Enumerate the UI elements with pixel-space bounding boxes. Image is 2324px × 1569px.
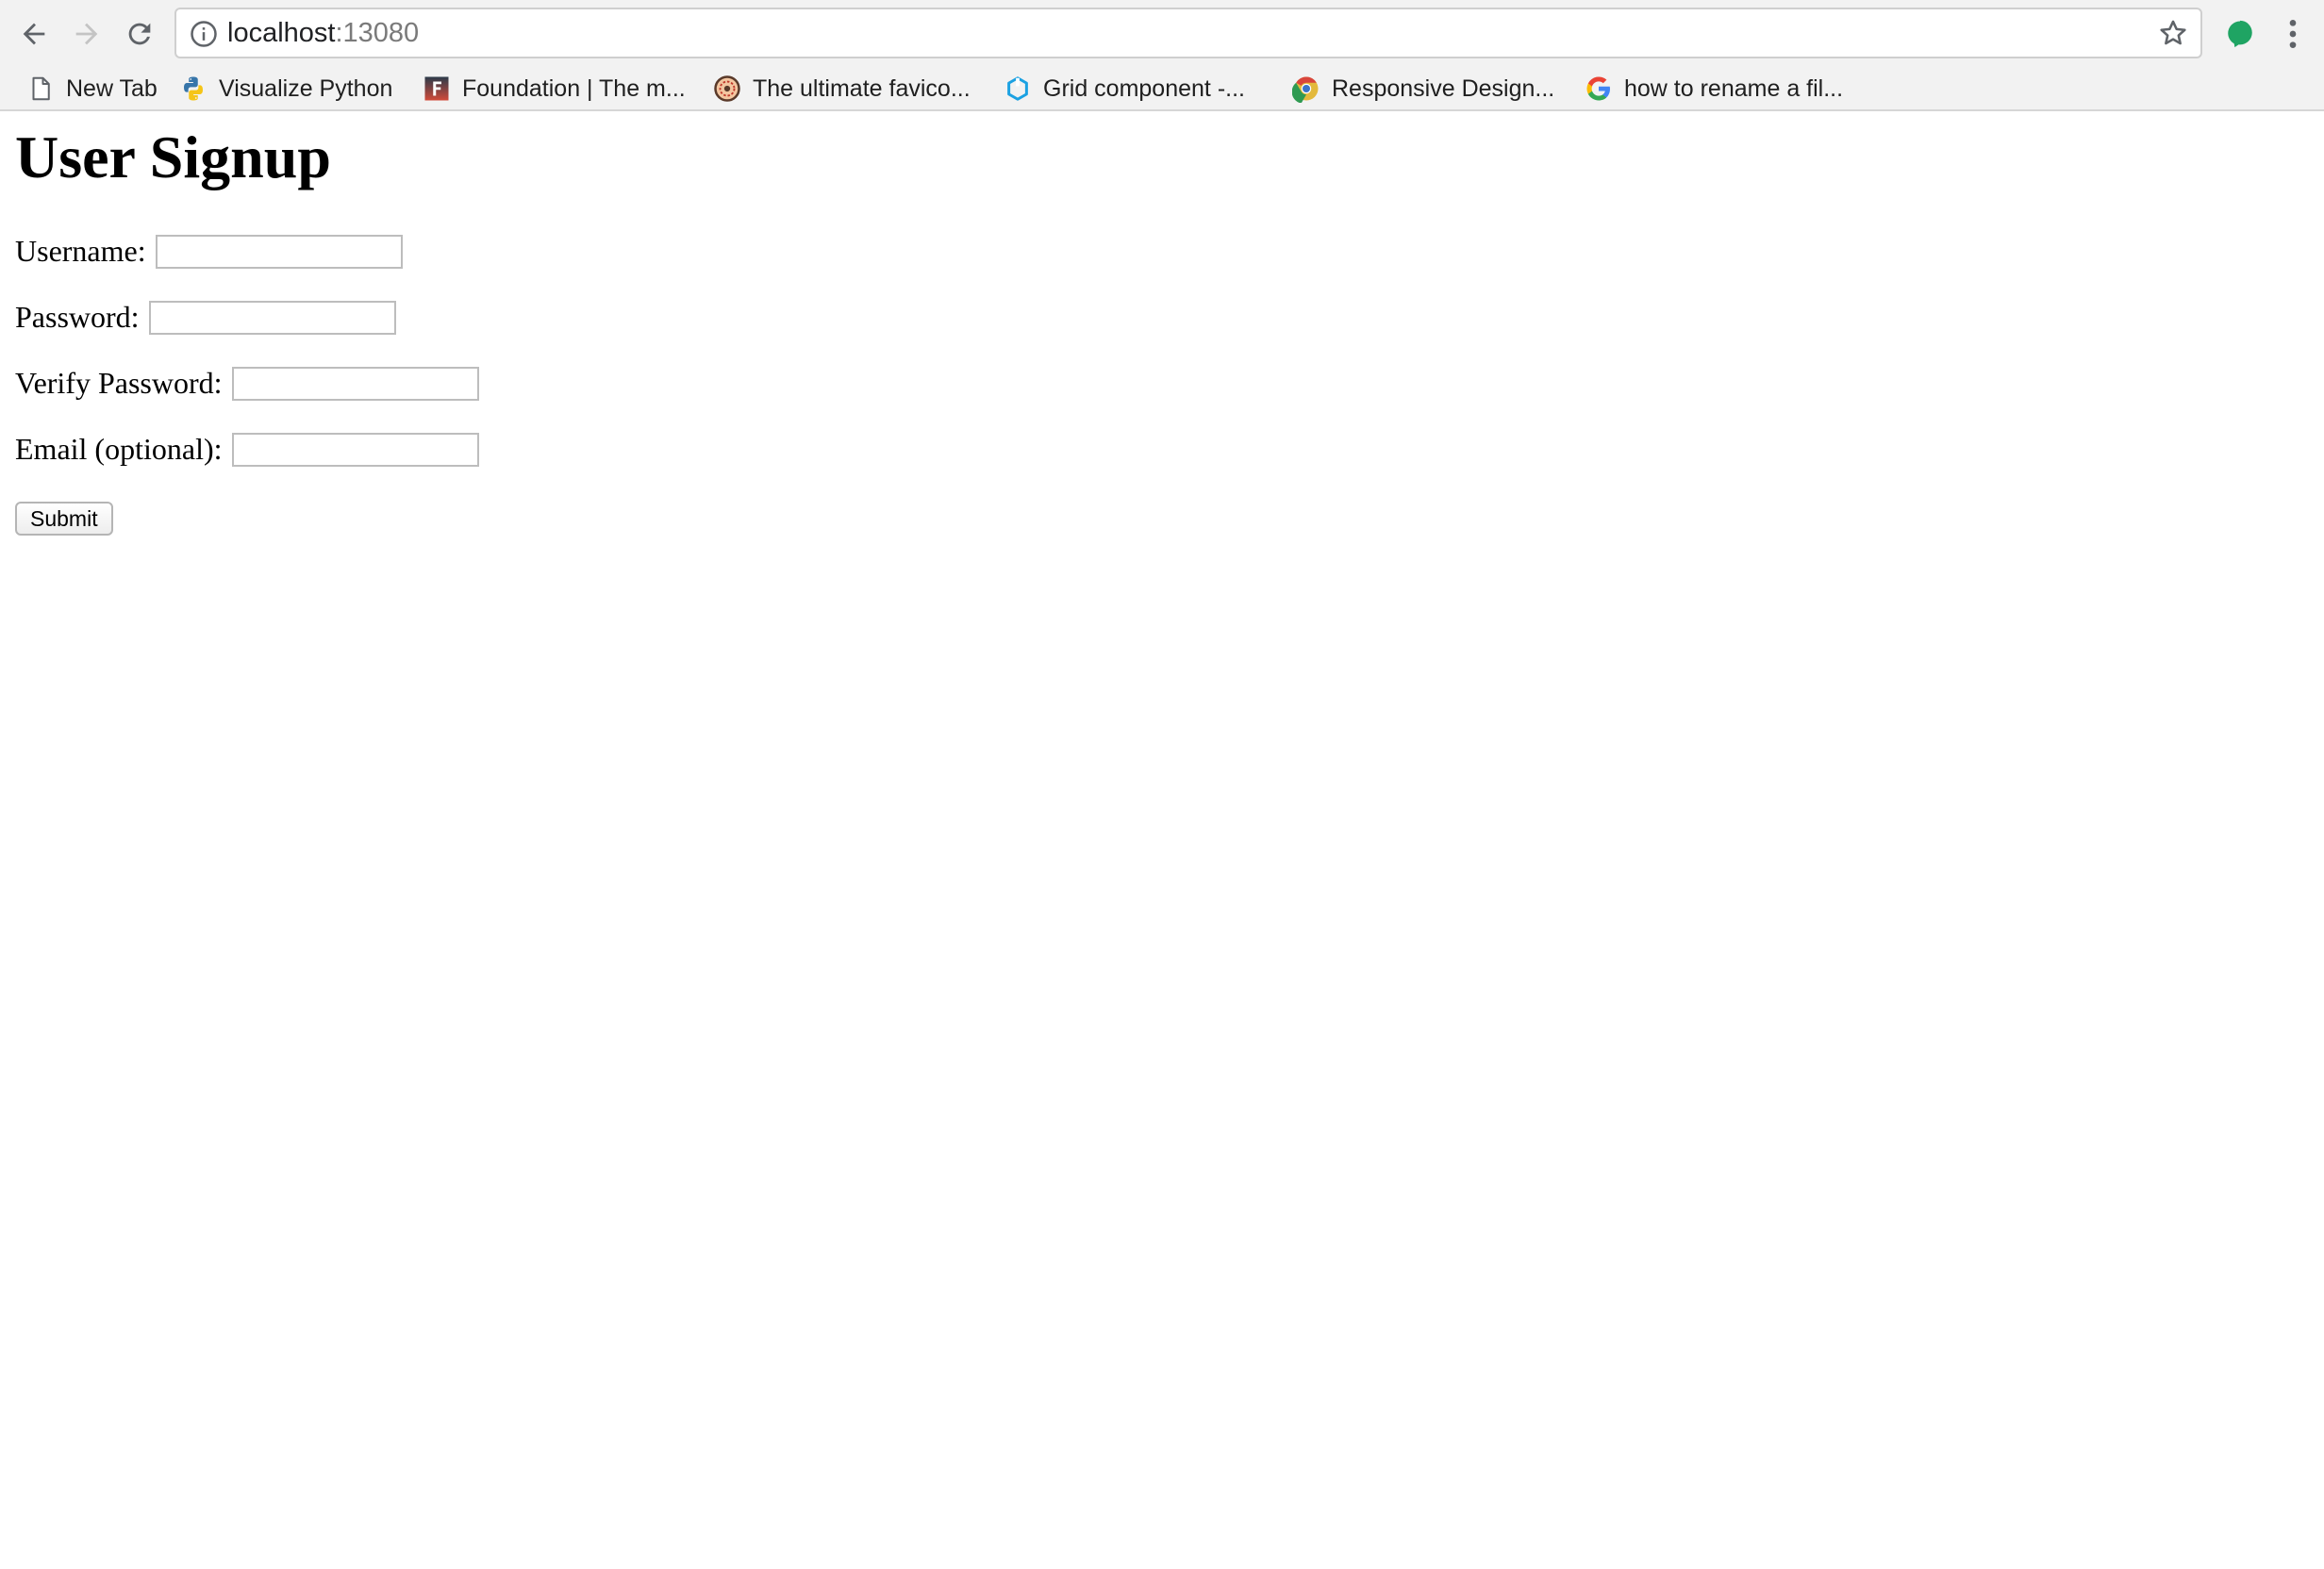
username-row: Username: — [15, 234, 403, 269]
back-button[interactable] — [13, 13, 55, 55]
email-row: Email (optional): — [15, 432, 479, 467]
submit-button[interactable]: Submit — [15, 502, 113, 536]
username-input[interactable] — [155, 234, 403, 269]
favicon-generator-icon — [714, 75, 740, 102]
extension-icon[interactable] — [2224, 17, 2256, 51]
url-host: localhost — [227, 18, 336, 48]
verify-password-label: Verify Password: — [15, 366, 223, 400]
bookmark-label: how to rename a fil... — [1624, 74, 1844, 102]
verify-password-row: Verify Password: — [15, 366, 479, 401]
info-icon[interactable] — [190, 20, 218, 48]
arrow-right-icon — [75, 23, 98, 45]
url-port: :13080 — [335, 18, 420, 48]
bookmark-visualize-python[interactable]: Visualize Python — [179, 68, 392, 109]
bookmark-label: Visualize Python — [219, 74, 393, 102]
more-menu-icon[interactable] — [2279, 15, 2307, 53]
page-icon — [32, 76, 50, 101]
page-content: User Signup Username: Password: Verify P… — [0, 111, 2324, 1569]
bookmarks-bar: New Tab Visualize Python Foundation | Th… — [0, 68, 2324, 109]
bookmark-label: Grid component -... — [1043, 74, 1245, 102]
bookmark-label: Responsive Design... — [1332, 74, 1555, 102]
browser-toolbar: localhost:13080 — [0, 0, 2324, 68]
foundation-icon — [424, 76, 449, 101]
bookmark-responsive-design[interactable]: Responsive Design... — [1292, 68, 1554, 109]
python-icon — [184, 76, 203, 101]
reload-button[interactable] — [119, 13, 160, 55]
bookmark-grid-component[interactable]: Grid component -... — [1004, 68, 1245, 109]
page-title: User Signup — [15, 124, 331, 190]
bookmark-foundation[interactable]: Foundation | The m... — [423, 68, 686, 109]
password-input[interactable] — [148, 300, 396, 335]
forward-button[interactable] — [66, 13, 108, 55]
bookmark-star-icon[interactable] — [2157, 17, 2189, 49]
password-label: Password: — [15, 300, 140, 334]
bookmark-label: The ultimate favico... — [753, 74, 971, 102]
arrow-left-icon — [23, 23, 45, 45]
username-label: Username: — [15, 234, 146, 268]
address-bar[interactable]: localhost:13080 — [174, 8, 2202, 58]
email-input[interactable] — [231, 432, 479, 467]
bookmark-rename-file[interactable]: how to rename a fil... — [1585, 68, 1843, 109]
email-label: Email (optional): — [15, 432, 223, 466]
address-url[interactable]: localhost:13080 — [227, 9, 419, 57]
bookmark-label: New Tab — [66, 74, 158, 102]
verify-password-input[interactable] — [231, 366, 479, 401]
chrome-icon — [1292, 76, 1319, 103]
password-row: Password: — [15, 300, 396, 335]
bookmark-new-tab[interactable]: New Tab — [26, 68, 158, 109]
grid-component-icon — [1007, 76, 1028, 101]
bookmark-favicon-generator[interactable]: The ultimate favico... — [713, 68, 971, 109]
google-icon — [1586, 76, 1610, 101]
reload-icon — [128, 23, 151, 45]
browser-chrome: localhost:13080 New Tab Visualize Python… — [0, 0, 2324, 111]
bookmark-label: Foundation | The m... — [462, 74, 686, 102]
